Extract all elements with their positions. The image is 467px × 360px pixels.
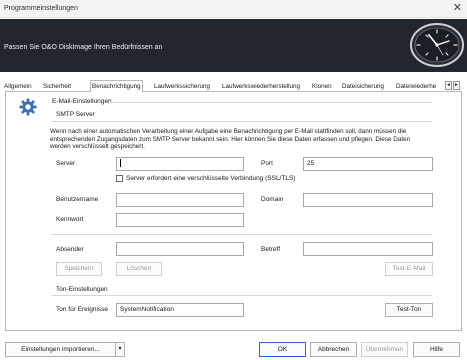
test-email-button[interactable]: Test-E-Mail	[385, 262, 433, 276]
cancel-button[interactable]: Abbrechen	[310, 342, 357, 357]
delete-button[interactable]: Löschen	[116, 262, 162, 276]
username-label: Benutzername	[56, 196, 99, 203]
domain-input[interactable]	[303, 193, 433, 207]
apply-button[interactable]: Übernehmen	[361, 342, 408, 357]
window-title: Programmeinstellungen	[4, 5, 78, 12]
smtp-section-divider	[52, 121, 432, 122]
subject-label: Betreff	[261, 246, 281, 253]
port-label: Port	[261, 160, 273, 167]
close-icon[interactable]: ✕	[453, 2, 462, 14]
tab-benachrichtigung[interactable]: Benachrichtigung	[90, 80, 143, 92]
ok-button[interactable]: OK	[259, 342, 306, 357]
help-button[interactable]: Hilfe	[413, 342, 460, 357]
title-bar: Programmeinstellungen ✕	[0, 0, 467, 18]
password-label: Kennwort	[56, 216, 84, 223]
text-caret	[120, 159, 121, 168]
clock-logo-icon	[410, 23, 464, 67]
email-section-title: E-Mail-Einstellungen	[52, 98, 112, 105]
tab-scroll-left-icon[interactable]: ◄	[445, 81, 452, 90]
save-button[interactable]: Speichern	[56, 262, 102, 276]
port-input[interactable]: 25	[303, 157, 433, 171]
sound-events-label: Ton für Ereignisse	[56, 306, 109, 313]
subject-input[interactable]	[303, 242, 433, 256]
sound-events-input[interactable]: SystemNotification	[116, 303, 244, 317]
sender-divider	[52, 234, 432, 235]
sound-section-title: Ton-Einstellungen	[56, 286, 108, 293]
import-dropdown-icon[interactable]: ▾	[115, 342, 125, 357]
ssl-checkbox-label: Server erfordert eine verschlüsselte Ver…	[126, 175, 296, 182]
smtp-section-title: SMTP Server	[56, 111, 95, 118]
username-input[interactable]	[116, 193, 244, 207]
test-sound-button[interactable]: Test-Ton	[385, 303, 433, 317]
domain-label: Domain	[261, 196, 284, 203]
ssl-checkbox[interactable]	[116, 175, 123, 182]
banner-text: Passen Sie O&O DiskImage Ihren Bedürfnis…	[4, 44, 163, 51]
sound-section-divider	[52, 295, 432, 296]
import-settings-button[interactable]: Einstellungen importieren...	[5, 342, 116, 357]
tab-scroll-right-icon[interactable]: ►	[453, 81, 460, 90]
server-input[interactable]	[116, 157, 244, 171]
smtp-description: Wenn nach einer automatischen Verarbeitu…	[50, 128, 411, 151]
gear-icon	[19, 98, 37, 116]
sender-label: Absender	[56, 246, 84, 253]
email-section-divider	[110, 102, 432, 103]
server-label: Server	[56, 160, 76, 167]
sender-input[interactable]	[116, 242, 244, 256]
password-input[interactable]	[116, 213, 244, 227]
header-banner: Passen Sie O&O DiskImage Ihren Bedürfnis…	[0, 19, 467, 72]
